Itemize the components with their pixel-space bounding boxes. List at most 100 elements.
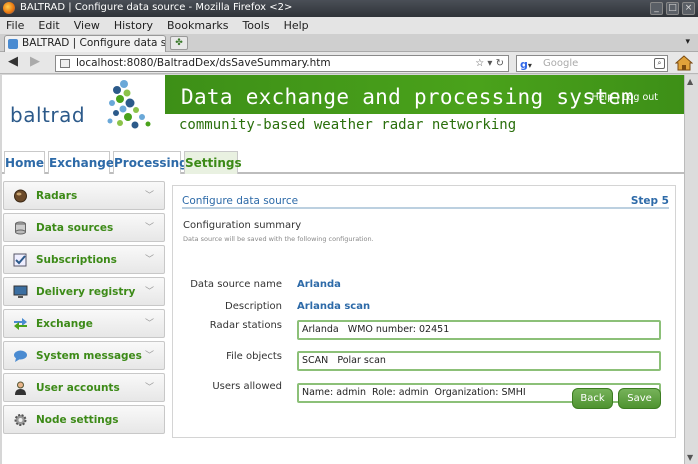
url-dropdown-icon[interactable]: ▾: [487, 58, 492, 69]
sidebar-item-data-sources[interactable]: Data sources ﹀: [3, 213, 165, 242]
sidebar-label: Radars: [36, 190, 78, 202]
site-tagline: community-based weather radar networking: [179, 117, 517, 133]
panel-title: Configure data source: [182, 195, 299, 207]
nav-tab-exchange[interactable]: Exchange: [48, 151, 114, 174]
radar-stations-box: Arlanda WMO number: 02451: [297, 320, 661, 340]
nav-tab-home[interactable]: Home: [4, 151, 45, 174]
chevron-down-icon: ﹀: [144, 351, 154, 361]
sidebar-item-subscriptions[interactable]: Subscriptions ﹀: [3, 245, 165, 274]
header-links: Help | Log out: [592, 92, 658, 103]
field-label: Description: [225, 301, 282, 312]
field-label: Radar stations: [209, 320, 282, 331]
maximize-button[interactable]: □: [666, 2, 679, 15]
search-input[interactable]: g▾ Google ⌕: [516, 55, 668, 72]
monitor-icon: [13, 285, 28, 298]
database-icon: [15, 221, 26, 235]
baltrad-logo-dots-icon: [107, 80, 151, 129]
tab-list-dropdown-icon[interactable]: ▾: [685, 37, 690, 47]
checkbox-icon: [13, 253, 27, 267]
search-engine-icon[interactable]: g▾: [520, 57, 532, 73]
field-value: Arlanda: [297, 279, 341, 290]
sidebar-label: User accounts: [36, 382, 120, 394]
panel-header: Configure data source Step 5: [182, 195, 669, 209]
chevron-down-icon: ﹀: [144, 287, 154, 297]
home-icon[interactable]: [675, 54, 693, 72]
sidebar-item-delivery-registry[interactable]: Delivery registry ﹀: [3, 277, 165, 306]
field-row-description: Description Arlanda scan: [173, 297, 677, 319]
close-button[interactable]: ×: [682, 2, 695, 15]
chevron-down-icon: ﹀: [144, 191, 154, 201]
scroll-down-icon[interactable]: ▼: [687, 453, 693, 462]
sidebar-item-system-messages[interactable]: System messages ﹀: [3, 341, 165, 370]
logout-link[interactable]: Log out: [622, 92, 658, 103]
gear-icon: [14, 414, 27, 426]
summary-note: Data source will be saved with the follo…: [183, 235, 374, 243]
exchange-arrows-icon: [14, 318, 27, 330]
sidebar-label: Node settings: [36, 414, 119, 426]
chevron-down-icon: ﹀: [144, 319, 154, 329]
menu-help[interactable]: Help: [284, 17, 309, 34]
scroll-up-icon[interactable]: ▲: [687, 77, 693, 86]
forward-arrow-icon[interactable]: ▶: [30, 55, 40, 69]
menu-file[interactable]: File: [6, 17, 24, 34]
menu-tools[interactable]: Tools: [242, 17, 269, 34]
summary-heading: Configuration summary: [183, 220, 302, 231]
sidebar-label: System messages: [36, 350, 142, 362]
header-link-separator: |: [616, 92, 620, 103]
save-button[interactable]: Save: [618, 388, 661, 409]
back-button[interactable]: Back: [572, 388, 613, 409]
chevron-down-icon: ﹀: [144, 223, 154, 233]
field-label: Data source name: [190, 279, 282, 290]
page-viewport: baltrad Data exchange and processing sys…: [2, 75, 684, 464]
browser-tab-strip: BALTRAD | Configure data source ✤ ▾: [0, 34, 698, 52]
sidebar-item-node-settings[interactable]: Node settings: [3, 405, 165, 434]
search-go-icon[interactable]: ⌕: [654, 58, 665, 69]
baltrad-logo-text[interactable]: baltrad: [10, 103, 85, 127]
browser-tab-active[interactable]: BALTRAD | Configure data source: [4, 35, 166, 52]
navigation-toolbar: ◀ ▶ localhost:8080/BaltradDex/dsSaveSumm…: [0, 52, 698, 74]
window-title: BALTRAD | Configure data source - Mozill…: [20, 2, 293, 13]
field-row-file-objects: File objects SCAN Polar scan: [173, 351, 677, 373]
back-arrow-icon[interactable]: ◀: [8, 55, 18, 69]
bookmark-star-icon[interactable]: ☆: [475, 58, 484, 69]
firefox-icon: [3, 2, 15, 14]
nav-tab-settings[interactable]: Settings: [184, 151, 242, 174]
field-label: Users allowed: [212, 381, 282, 392]
step-indicator: Step 5: [630, 195, 669, 207]
help-link[interactable]: Help: [592, 92, 614, 103]
sidebar-item-user-accounts[interactable]: User accounts ﹀: [3, 373, 165, 402]
configure-data-source-panel: Configure data source Step 5 Configurati…: [172, 185, 676, 438]
new-tab-button[interactable]: ✤: [170, 36, 188, 50]
url-actions: ☆ ▾ ↻: [475, 56, 504, 71]
field-value: Arlanda scan: [297, 301, 371, 312]
sidebar-item-exchange[interactable]: Exchange ﹀: [3, 309, 165, 338]
tab-favicon-icon: [8, 39, 18, 49]
vertical-scrollbar[interactable]: ▲ ▼: [684, 75, 698, 464]
sidebar-label: Data sources: [36, 222, 114, 234]
radar-globe-icon: [14, 189, 27, 203]
menu-bar: File Edit View History Bookmarks Tools H…: [0, 17, 698, 34]
search-placeholder: Google: [543, 58, 579, 69]
url-text: localhost:8080/BaltradDex/dsSaveSummary.…: [76, 57, 331, 69]
minimize-button[interactable]: _: [650, 2, 663, 15]
main-navigation: Home Exchange Processing Settings: [2, 150, 684, 174]
site-header: baltrad Data exchange and processing sys…: [2, 75, 684, 141]
menu-history[interactable]: History: [114, 17, 153, 34]
chat-bubble-icon: [14, 350, 27, 362]
user-icon: [15, 381, 26, 395]
nav-tab-processing[interactable]: Processing: [113, 151, 188, 174]
chevron-down-icon: ﹀: [144, 255, 154, 265]
sidebar-item-radars[interactable]: Radars ﹀: [3, 181, 165, 210]
menu-view[interactable]: View: [74, 17, 100, 34]
sidebar-label: Subscriptions: [36, 254, 117, 266]
field-row-radar-stations: Radar stations Arlanda WMO number: 02451: [173, 320, 677, 342]
menu-edit[interactable]: Edit: [38, 17, 59, 34]
menu-bookmarks[interactable]: Bookmarks: [167, 17, 228, 34]
url-bar[interactable]: localhost:8080/BaltradDex/dsSaveSummary.…: [55, 55, 509, 72]
field-label: File objects: [226, 351, 282, 362]
file-objects-box: SCAN Polar scan: [297, 351, 661, 371]
sidebar-label: Delivery registry: [36, 286, 136, 298]
field-row-data-source-name: Data source name Arlanda: [173, 275, 677, 297]
settings-sidebar: Radars ﹀ Data sources ﹀ Subscriptions ﹀ …: [3, 181, 165, 437]
reload-icon[interactable]: ↻: [496, 58, 504, 69]
